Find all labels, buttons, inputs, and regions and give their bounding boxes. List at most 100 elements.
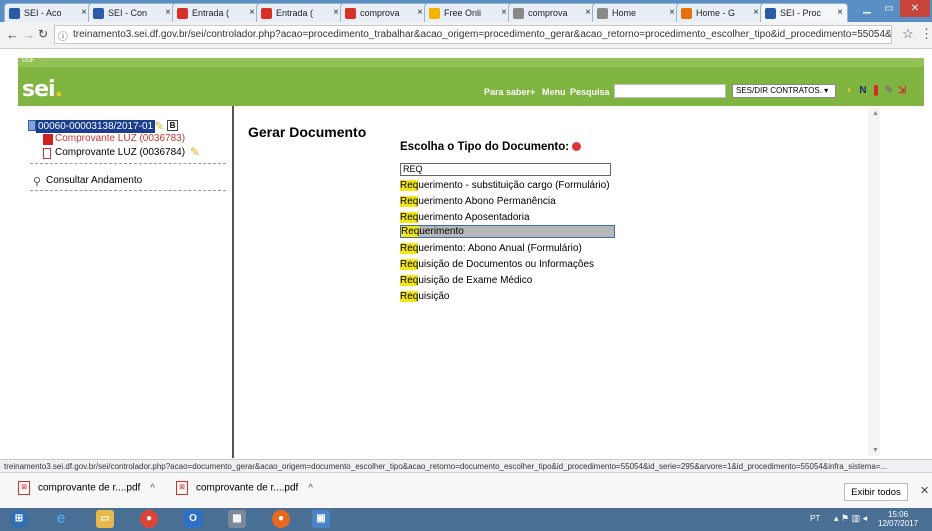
document-type-option[interactable]: Requerimento - substituição cargo (Formu… <box>400 179 610 192</box>
document-type-option[interactable]: Requerimento Abono Permanência <box>400 195 556 208</box>
document-type-option[interactable]: Requerimento Aposentadoria <box>400 211 530 224</box>
tab-9[interactable]: SEI - Proc × <box>760 3 848 22</box>
close-tab-icon[interactable]: × <box>165 4 171 22</box>
tools-icon[interactable]: ✎ <box>883 85 895 97</box>
exit-icon[interactable]: ⇲ <box>896 85 908 97</box>
search-icon: ⚲ <box>33 176 42 188</box>
tab-label: Entrada ( <box>192 8 230 18</box>
pdf-icon <box>43 148 51 159</box>
tab-0[interactable]: SEI - Aco × <box>4 3 92 22</box>
option-match-highlight: Req <box>400 243 419 255</box>
page-icon <box>513 8 524 19</box>
option-match-highlight: Req <box>400 180 419 191</box>
close-window-button[interactable]: ✕ <box>900 0 930 17</box>
back-icon[interactable]: ← <box>6 27 19 42</box>
info-icon[interactable]: ⓘ <box>58 28 68 43</box>
explorer-icon[interactable]: ▭ <box>96 510 114 528</box>
tree-doc-cancelled[interactable]: Comprovante LUZ (0036783) <box>55 133 185 144</box>
folder-icon <box>28 120 36 131</box>
option-label: uerimento Abono Permanência <box>418 195 556 207</box>
notification-icon[interactable]: ❚ <box>870 85 882 97</box>
tab-2[interactable]: Entrada ( × <box>172 3 260 22</box>
menu-link[interactable]: Menu <box>542 87 566 97</box>
close-tab-icon[interactable]: × <box>333 4 339 22</box>
reload-icon[interactable]: ↻ <box>38 27 48 41</box>
document-type-option[interactable]: Requisição <box>400 290 450 303</box>
font-icon[interactable]: N <box>857 85 869 97</box>
option-match-highlight: Req <box>400 290 419 302</box>
outlook-icon[interactable]: O <box>184 510 202 528</box>
document-type-option[interactable]: Requerimento <box>400 225 615 239</box>
unit-select[interactable]: SES/DIR CONTRATOS. ▾ <box>732 84 836 98</box>
pesquisa-label: Pesquisa <box>570 87 610 97</box>
tab-label: SEI - Proc <box>780 8 822 18</box>
sei-icon <box>9 8 20 19</box>
chevron-up-icon[interactable]: ^ <box>150 483 155 494</box>
firefox-icon[interactable]: ● <box>272 510 290 528</box>
close-tab-icon[interactable]: × <box>837 4 843 22</box>
tab-label: Home - G <box>696 8 736 18</box>
key-icon: ✎ <box>154 119 165 133</box>
para-saber-link[interactable]: Para saber+ <box>484 87 535 97</box>
pdf-icon: ⊠ <box>176 481 188 495</box>
search-input[interactable] <box>614 84 726 98</box>
tab-6[interactable]: comprova × <box>508 3 596 22</box>
option-label: uerimento: Abono Anual (Formulário) <box>418 243 582 255</box>
contrast-icon[interactable]: ◐ <box>844 85 856 97</box>
document-type-option[interactable]: Requerimento: Abono Anual (Formulário) <box>400 242 582 255</box>
ie-icon[interactable]: e <box>52 510 70 528</box>
choose-type-label: Escolha o Tipo do Documento: <box>400 141 582 153</box>
close-tab-icon[interactable]: × <box>501 4 507 22</box>
option-label: uerimento <box>419 226 464 238</box>
maximize-button[interactable]: ▭ <box>878 0 900 17</box>
download-item[interactable]: ⊠ comprovante de r....pdf ^ <box>18 481 155 495</box>
option-label: uisição de Exame Médico <box>418 274 533 286</box>
tab-3[interactable]: Entrada (× <box>256 3 344 22</box>
cancelled-doc-icon <box>43 134 53 145</box>
tab-4[interactable]: comprova × <box>340 3 428 22</box>
close-tab-icon[interactable]: × <box>753 4 759 22</box>
sei-icon <box>765 8 776 19</box>
scroll-down-icon[interactable]: ▼ <box>872 447 879 454</box>
tab-8[interactable]: Home - G × <box>676 3 764 22</box>
org-label: GDF <box>22 58 35 64</box>
close-tab-icon[interactable]: × <box>249 4 255 22</box>
document-type-filter-input[interactable]: REQ <box>400 163 611 176</box>
forward-icon[interactable]: → <box>22 27 35 42</box>
sei-logo[interactable]: sei. <box>22 77 63 102</box>
close-tab-icon[interactable]: × <box>585 4 591 22</box>
page-icon <box>597 8 608 19</box>
pane-divider[interactable] <box>232 106 234 458</box>
download-item[interactable]: ⊠ comprovante de r....pdf ^ <box>176 481 313 495</box>
minimize-button[interactable]: ▁ <box>856 0 878 17</box>
consultar-andamento-link[interactable]: Consultar Andamento <box>46 175 142 186</box>
sei-header-top <box>18 58 924 67</box>
tab-5[interactable]: Free Onli × <box>424 3 512 22</box>
address-input[interactable]: treinamento3.sei.df.gov.br/sei/controlad… <box>54 25 892 44</box>
chevron-up-icon[interactable]: ^ <box>308 483 313 494</box>
tab-1[interactable]: SEI - Con × <box>88 3 176 22</box>
menu-icon[interactable]: ⋮ <box>920 26 932 42</box>
tree-doc[interactable]: Comprovante LUZ (0036784) <box>55 147 185 158</box>
document-type-option[interactable]: Requisição de Exame Médico <box>400 274 532 287</box>
status-url: treinamento3.sei.df.gov.br/sei/controlad… <box>0 459 932 472</box>
app-icon[interactable]: ▣ <box>312 510 330 528</box>
tray-icons[interactable]: ▴ ⚑ ▥ ◂ <box>834 513 867 524</box>
remove-icon[interactable] <box>572 142 582 152</box>
document-type-option[interactable]: Requisição de Documentos ou Informações <box>400 258 594 271</box>
close-tab-icon[interactable]: × <box>669 4 675 22</box>
start-icon[interactable]: ⊞ <box>10 510 28 528</box>
vertical-scrollbar[interactable] <box>868 108 880 456</box>
language-indicator[interactable]: PT <box>810 514 820 523</box>
close-tab-icon[interactable]: × <box>81 4 87 22</box>
close-tab-icon[interactable]: × <box>417 4 423 22</box>
show-all-downloads-button[interactable]: Exibir todos <box>844 483 908 501</box>
process-number[interactable]: 00060-00003138/2017-01 <box>36 120 156 133</box>
chrome-icon[interactable]: ● <box>140 510 158 528</box>
tab-7[interactable]: Home × <box>592 3 680 22</box>
close-download-bar-icon[interactable]: ✕ <box>920 484 929 497</box>
calc-icon[interactable]: ▦ <box>228 510 246 528</box>
scroll-up-icon[interactable]: ▲ <box>872 110 879 117</box>
clock[interactable]: 15:06 12/07/2017 <box>878 510 918 528</box>
star-icon[interactable]: ☆ <box>902 26 914 42</box>
